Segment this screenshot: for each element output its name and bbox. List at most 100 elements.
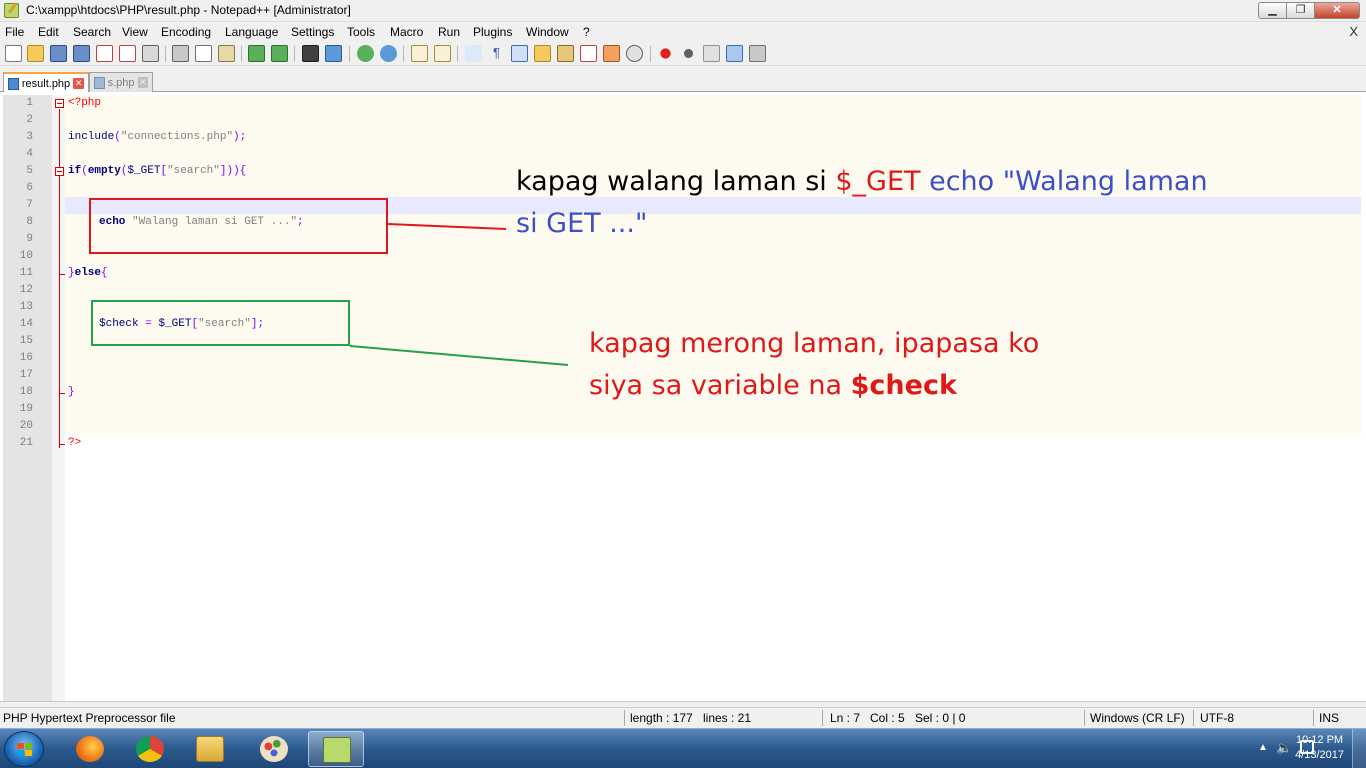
- monitoring-icon[interactable]: [626, 45, 643, 62]
- code-line-5: if(empty($_GET["search"])){: [68, 165, 247, 177]
- stop-recording-icon[interactable]: [680, 45, 697, 62]
- toolbar-separator: [650, 46, 651, 62]
- line-number: 18: [19, 386, 33, 398]
- word-wrap-icon[interactable]: [465, 45, 482, 62]
- taskbar-paint[interactable]: [246, 731, 302, 767]
- menu-language[interactable]: Language: [225, 25, 278, 39]
- clock[interactable]: 10:12 PM 4/13/2017: [1295, 733, 1344, 763]
- line-number: 10: [19, 250, 33, 262]
- menu-encoding[interactable]: Encoding: [161, 25, 211, 39]
- window-controls: ▁ ❐ ✕: [1258, 2, 1360, 20]
- save-all-icon[interactable]: [73, 45, 90, 62]
- undo-icon[interactable]: [248, 45, 265, 62]
- indent-guide-icon[interactable]: [511, 45, 528, 62]
- line-number: 21: [19, 437, 33, 449]
- firefox-icon: [76, 736, 104, 762]
- menu-window[interactable]: Window: [526, 25, 569, 39]
- clock-time: 10:12 PM: [1295, 734, 1344, 746]
- start-button[interactable]: [4, 731, 44, 767]
- save-macro-icon[interactable]: [749, 45, 766, 62]
- menu-search[interactable]: Search: [73, 25, 111, 39]
- close-tab-icon[interactable]: ✕: [137, 77, 148, 88]
- zoom-in-icon[interactable]: [357, 45, 374, 62]
- close-all-icon[interactable]: [119, 45, 136, 62]
- open-file-icon[interactable]: [27, 45, 44, 62]
- close-document-button[interactable]: X: [1349, 24, 1358, 39]
- toolbar-separator: [403, 46, 404, 62]
- fold-marker-icon[interactable]: [55, 99, 64, 108]
- status-insert-mode: INS: [1319, 711, 1340, 725]
- print-icon[interactable]: [142, 45, 159, 62]
- minimize-button[interactable]: ▁: [1258, 2, 1286, 19]
- fold-line: [59, 109, 60, 448]
- tab-result-php[interactable]: result.php ✕: [3, 72, 89, 93]
- close-button[interactable]: ✕: [1314, 2, 1360, 19]
- menu-file[interactable]: File: [5, 25, 24, 39]
- windows-taskbar: ▲ 🔈 10:12 PM 4/13/2017: [0, 728, 1366, 768]
- menu-plugins[interactable]: Plugins: [473, 25, 512, 39]
- user-language-icon[interactable]: [534, 45, 551, 62]
- clock-date: 4/13/2017: [1295, 749, 1344, 761]
- folder-icon: [196, 736, 224, 762]
- line-number: 6: [26, 182, 33, 194]
- close-tab-icon[interactable]: ✕: [73, 78, 84, 89]
- new-file-icon[interactable]: [5, 45, 22, 62]
- status-separator: [1193, 710, 1194, 726]
- folder-workspace-icon[interactable]: [603, 45, 620, 62]
- sync-horizontal-icon[interactable]: [434, 45, 451, 62]
- replace-icon[interactable]: [325, 45, 342, 62]
- redo-icon[interactable]: [271, 45, 288, 62]
- green-annotation-line-1: kapag merong laman, ipapasa ko: [589, 328, 1040, 359]
- status-sel: Sel : 0 | 0: [915, 711, 966, 725]
- show-hidden-icons-icon[interactable]: ▲: [1258, 742, 1268, 753]
- copy-icon[interactable]: [195, 45, 212, 62]
- status-separator: [624, 710, 625, 726]
- close-file-icon[interactable]: [96, 45, 113, 62]
- fold-marker-icon[interactable]: [55, 167, 64, 176]
- show-desktop-button[interactable]: [1352, 729, 1366, 768]
- find-icon[interactable]: [302, 45, 319, 62]
- menu-run[interactable]: Run: [438, 25, 460, 39]
- line-number: 8: [26, 216, 33, 228]
- status-encoding: UTF-8: [1200, 711, 1234, 725]
- toolbar-separator: [241, 46, 242, 62]
- menu-tools[interactable]: Tools: [347, 25, 375, 39]
- red-annotation-line-1: kapag walang laman si $_GET echo "Walang…: [516, 161, 1208, 203]
- annotation-text: echo "Walang laman: [920, 166, 1208, 197]
- volume-icon[interactable]: 🔈: [1276, 740, 1292, 756]
- tab-label: s.php: [107, 76, 135, 89]
- toolbar-separator: [165, 46, 166, 62]
- playback-macro-icon[interactable]: [703, 45, 720, 62]
- record-macro-icon[interactable]: [657, 45, 674, 62]
- run-macro-multiple-icon[interactable]: [726, 45, 743, 62]
- tab-s-php[interactable]: s.php ✕: [89, 72, 153, 92]
- menu-edit[interactable]: Edit: [38, 25, 59, 39]
- file-saved-icon: [8, 77, 19, 90]
- toolbar-separator: [457, 46, 458, 62]
- menu-macro[interactable]: Macro: [390, 25, 423, 39]
- annotation-text: $_GET: [835, 166, 921, 197]
- taskbar-notepad-plus-plus[interactable]: [308, 731, 364, 767]
- maximize-button[interactable]: ❐: [1286, 2, 1314, 19]
- cut-icon[interactable]: [172, 45, 189, 62]
- taskbar-chrome[interactable]: [122, 731, 178, 767]
- paste-icon[interactable]: [218, 45, 235, 62]
- red-annotation-line-2: si GET ...": [516, 208, 648, 239]
- code-line-18: }: [68, 386, 75, 398]
- zoom-out-icon[interactable]: [380, 45, 397, 62]
- code-line-1: <?php: [68, 97, 102, 109]
- taskbar-explorer[interactable]: [182, 731, 238, 767]
- show-all-chars-icon[interactable]: ¶: [488, 45, 505, 62]
- line-number: 20: [19, 420, 33, 432]
- toolbar-separator: [294, 46, 295, 62]
- function-list-icon[interactable]: [580, 45, 597, 62]
- menu-help[interactable]: ?: [583, 25, 590, 39]
- menu-settings[interactable]: Settings: [291, 25, 334, 39]
- system-tray: ▲ 🔈 10:12 PM 4/13/2017: [1206, 729, 1366, 768]
- save-icon[interactable]: [50, 45, 67, 62]
- doc-map-icon[interactable]: [557, 45, 574, 62]
- sync-vertical-icon[interactable]: [411, 45, 428, 62]
- menu-view[interactable]: View: [122, 25, 148, 39]
- paint-icon: [260, 736, 288, 762]
- taskbar-firefox[interactable]: [62, 731, 118, 767]
